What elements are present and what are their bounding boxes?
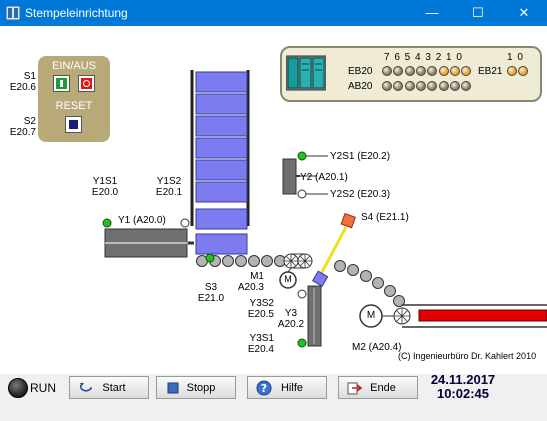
m2-label: M2 (A20.4) [352, 342, 402, 353]
start-button[interactable]: Start [69, 376, 149, 399]
eb20-led-5 [438, 66, 449, 76]
y1-label: Y1 (A20.0) [118, 215, 166, 226]
belt-conveyor [359, 304, 547, 328]
y3s2-address: E20.5 [247, 309, 274, 320]
eb20-led-6 [449, 66, 460, 76]
bit-header-eb21: 1 0 [507, 52, 524, 63]
y2-label: Y2 (A20.1) [300, 172, 348, 183]
eb20-led-1 [393, 66, 404, 76]
close-button[interactable]: ✕ [501, 0, 547, 26]
y3s1-name: Y3S1 [249, 333, 274, 344]
s3-address: E21.0 [197, 293, 225, 304]
ab20-led-0 [382, 81, 392, 91]
m1-name: M1 [250, 271, 264, 282]
title-bar: Stempeleinrichtung — ☐ ✕ [0, 0, 547, 26]
minimize-button[interactable]: — [409, 0, 455, 26]
ab20-led-5 [438, 81, 449, 91]
copyright: (C) Ingenieurbüro Dr. Kahlert 2010 [398, 351, 537, 361]
help-button[interactable]: ? Hilfe [247, 376, 327, 399]
s1-address: E20.6 [9, 82, 36, 93]
date: 24.11.2017 [430, 372, 496, 387]
m1-motor-letter: M [284, 274, 292, 284]
eb20-led-7 [461, 66, 472, 76]
window-title: Stempeleinrichtung [25, 6, 128, 20]
reset-icon [69, 120, 78, 129]
y3s1-address: E20.4 [247, 344, 274, 355]
bit-header-eb20: 7 6 5 4 3 2 1 0 [384, 52, 463, 63]
workpiece-magazine [190, 70, 250, 255]
off-icon [81, 78, 92, 89]
ab20-led-6 [449, 81, 460, 91]
off-button[interactable] [78, 75, 95, 92]
y2s2-label: Y2S2 (E20.3) [330, 189, 391, 200]
time: 10:02:45 [436, 386, 490, 401]
eb20-led-4 [427, 66, 438, 76]
m1-address: A20.3 [237, 282, 264, 293]
y1s2-name: Y1S2 [156, 176, 182, 187]
y2s1-label: Y2S1 (E20.2) [330, 151, 391, 162]
y1s1-name: Y1S1 [92, 176, 118, 187]
s1-name: S1 [23, 71, 36, 82]
operator-panel: EIN/AUS RESET [38, 56, 110, 142]
plc-icon [286, 55, 326, 91]
date-time-display: 24.11.2017 10:02:45 [420, 373, 506, 401]
ab20-led-2 [404, 81, 415, 91]
sensor-s3-indicator [205, 253, 215, 263]
eb21-led-1 [518, 66, 529, 76]
y1s1-address: E20.0 [91, 187, 119, 198]
ab20-led-1 [393, 81, 404, 91]
run-label: RUN [30, 381, 56, 395]
eb20-label: EB20 [348, 66, 373, 77]
ab20-led-3 [415, 81, 426, 91]
sensor-s4 [311, 212, 356, 287]
y3s2-name: Y3S2 [249, 298, 274, 309]
s3-name: S3 [204, 282, 218, 293]
conveyor-drive-roller-1 [283, 253, 313, 269]
y3-name: Y3 [284, 308, 298, 319]
m2-motor-letter: M [366, 310, 376, 321]
reset-button[interactable] [65, 116, 82, 133]
reset-label: RESET [55, 100, 93, 112]
on-button[interactable] [53, 75, 70, 92]
stop-button[interactable]: Stopp [156, 376, 236, 399]
eb20-led-0 [382, 66, 392, 76]
s4-label: S4 (E21.1) [361, 212, 409, 223]
on-icon [56, 78, 67, 89]
ab20-label: AB20 [348, 81, 373, 92]
y1s2-address: E20.1 [155, 187, 183, 198]
eb21-led-0 [507, 66, 517, 76]
plant-canvas: EIN/AUS RESET S1 E20.6 S2 E20.7 7 6 5 4 … [0, 26, 547, 374]
eb20-led-3 [415, 66, 426, 76]
maximize-button[interactable]: ☐ [455, 0, 501, 26]
run-indicator-icon [8, 378, 28, 398]
s2-address: E20.7 [9, 127, 36, 138]
end-button[interactable]: Ende [338, 376, 418, 399]
eb21-label: EB21 [478, 66, 503, 77]
app-icon [6, 6, 20, 20]
io-status-panel: 7 6 5 4 3 2 1 0 1 0 EB20 EB21 AB20 [280, 46, 542, 102]
ab20-led-7 [461, 81, 472, 91]
ab20-led-4 [427, 81, 438, 91]
y3-address: A20.2 [277, 319, 305, 330]
eb20-led-2 [404, 66, 415, 76]
onoff-label: EIN/AUS [51, 60, 96, 72]
s2-name: S2 [23, 116, 36, 127]
